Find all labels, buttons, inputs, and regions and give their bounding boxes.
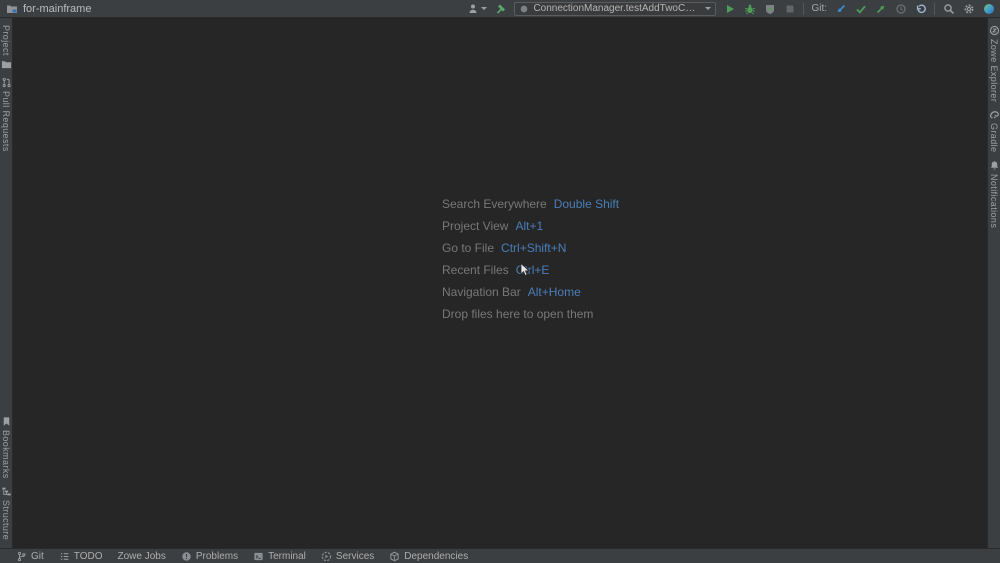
- shortcut-label: Go to File: [442, 241, 494, 255]
- right-tool-window-stripe: Zowe Explorer Gradle Notifications: [987, 18, 1000, 548]
- gradle-elephant-icon: [989, 109, 1000, 120]
- statusbar-item-label: Git: [31, 551, 44, 562]
- statusbar-item-label: Dependencies: [404, 551, 468, 562]
- statusbar-item-todo[interactable]: TODO: [59, 551, 103, 562]
- main-toolbar: ConnectionManager.testAddTwoConnectionsW…: [467, 2, 995, 16]
- statusbar-item-label: Services: [336, 551, 374, 562]
- drop-files-hint: Drop files here to open them: [442, 307, 593, 321]
- shortcut-label: Recent Files: [442, 263, 509, 277]
- statusbar-item-label: Problems: [196, 551, 238, 562]
- zowe-explorer-icon: [989, 25, 1000, 36]
- statusbar-item-label: TODO: [74, 551, 103, 562]
- sidebar-item-zowe-explorer[interactable]: Zowe Explorer: [989, 25, 1000, 102]
- shortcut-row: Project View Alt+1: [442, 215, 619, 237]
- pull-requests-stripe-label: Pull Requests: [1, 91, 11, 152]
- shortcut-label: Project View: [442, 219, 508, 233]
- statusbar-item-label: Zowe Jobs: [118, 551, 166, 562]
- shortcut-row: Search Everywhere Double Shift: [442, 193, 619, 215]
- statusbar-item-terminal[interactable]: Terminal: [253, 551, 306, 562]
- sidebar-item-gradle[interactable]: Gradle: [989, 109, 1000, 152]
- run-with-coverage-button[interactable]: [763, 2, 776, 16]
- left-tool-window-stripe: Project Pull Requests Bookmarks: [0, 18, 13, 548]
- statusbar-item-zowe-jobs[interactable]: Zowe Jobs: [118, 551, 166, 562]
- ide-profile-sphere-icon[interactable]: [982, 2, 995, 16]
- bookmarks-stripe-label: Bookmarks: [1, 430, 11, 479]
- dependencies-icon: [389, 551, 400, 562]
- shortcut-label: Search Everywhere: [442, 197, 547, 211]
- shortcut-key: Double Shift: [554, 197, 619, 211]
- run-button[interactable]: [723, 2, 736, 16]
- git-push-button[interactable]: [874, 2, 887, 16]
- code-with-me-user-icon[interactable]: [467, 2, 487, 16]
- statusbar-item-git[interactable]: Git: [16, 551, 44, 562]
- gradle-stripe-label: Gradle: [989, 123, 999, 152]
- chevron-down-icon: [481, 7, 487, 10]
- notifications-bell-icon: [989, 160, 1000, 171]
- mouse-cursor: [520, 263, 532, 277]
- todo-list-icon: [59, 551, 70, 562]
- statusbar-item-label: Terminal: [268, 551, 306, 562]
- structure-stripe-label: Structure: [1, 500, 11, 540]
- run-configuration-select[interactable]: ConnectionManager.testAddTwoConnectionsW…: [514, 2, 716, 16]
- git-group-label: Git:: [811, 3, 827, 14]
- title-bar: for-mainframe ConnectionManager.testAddT…: [0, 0, 1000, 18]
- git-update-project-button[interactable]: [834, 2, 847, 16]
- editor-shortcut-hints: Search Everywhere Double Shift Project V…: [442, 193, 619, 325]
- structure-icon: [1, 486, 12, 497]
- statusbar-item-problems[interactable]: Problems: [181, 551, 238, 562]
- statusbar-item-dependencies[interactable]: Dependencies: [389, 551, 468, 562]
- terminal-icon: [253, 551, 264, 562]
- shortcut-row: Go to File Ctrl+Shift+N: [442, 237, 619, 259]
- folder-icon: [1, 59, 12, 70]
- git-branch-icon: [16, 551, 27, 562]
- sidebar-item-project[interactable]: Project: [1, 25, 12, 70]
- shortcut-key: Alt+1: [515, 219, 543, 233]
- git-commit-button[interactable]: [854, 2, 867, 16]
- history-clock-icon: [894, 2, 907, 16]
- settings-gear-icon[interactable]: [962, 2, 975, 16]
- toolbar-separator: [803, 3, 804, 15]
- search-everywhere-icon[interactable]: [942, 2, 955, 16]
- notifications-stripe-label: Notifications: [989, 174, 999, 228]
- editor-empty-area: Search Everywhere Double Shift Project V…: [13, 18, 987, 548]
- stop-button: [783, 2, 796, 16]
- shortcut-key: Ctrl+Shift+N: [501, 241, 566, 255]
- statusbar-item-services[interactable]: Services: [321, 551, 374, 562]
- drop-files-hint-row: Drop files here to open them: [442, 303, 619, 325]
- sidebar-item-bookmarks[interactable]: Bookmarks: [1, 416, 12, 479]
- window-title: for-mainframe: [23, 3, 91, 15]
- bookmarks-icon: [1, 416, 12, 427]
- problems-icon: [181, 551, 192, 562]
- services-icon: [321, 551, 332, 562]
- shortcut-key: Alt+Home: [528, 285, 581, 299]
- shortcut-label: Navigation Bar: [442, 285, 521, 299]
- status-bar: Git TODO Zowe Jobs Problems Terminal Ser…: [0, 548, 1000, 563]
- debug-button[interactable]: [743, 2, 756, 16]
- project-stripe-label: Project: [1, 25, 11, 56]
- project-folder-icon: [5, 2, 18, 16]
- sidebar-item-pull-requests[interactable]: Pull Requests: [1, 77, 12, 152]
- pull-request-icon: [1, 77, 12, 88]
- zowe-explorer-stripe-label: Zowe Explorer: [989, 39, 999, 102]
- toolbar-separator: [934, 3, 935, 15]
- build-hammer-icon[interactable]: [494, 2, 507, 16]
- shortcut-row: Navigation Bar Alt+Home: [442, 281, 619, 303]
- run-config-name: ConnectionManager.testAddTwoConnectionsW…: [533, 3, 699, 14]
- chevron-down-icon: [705, 7, 711, 10]
- sidebar-item-structure[interactable]: Structure: [1, 486, 12, 540]
- run-config-icon: [519, 4, 529, 14]
- sidebar-item-notifications[interactable]: Notifications: [989, 160, 1000, 228]
- rollback-undo-button[interactable]: [914, 2, 927, 16]
